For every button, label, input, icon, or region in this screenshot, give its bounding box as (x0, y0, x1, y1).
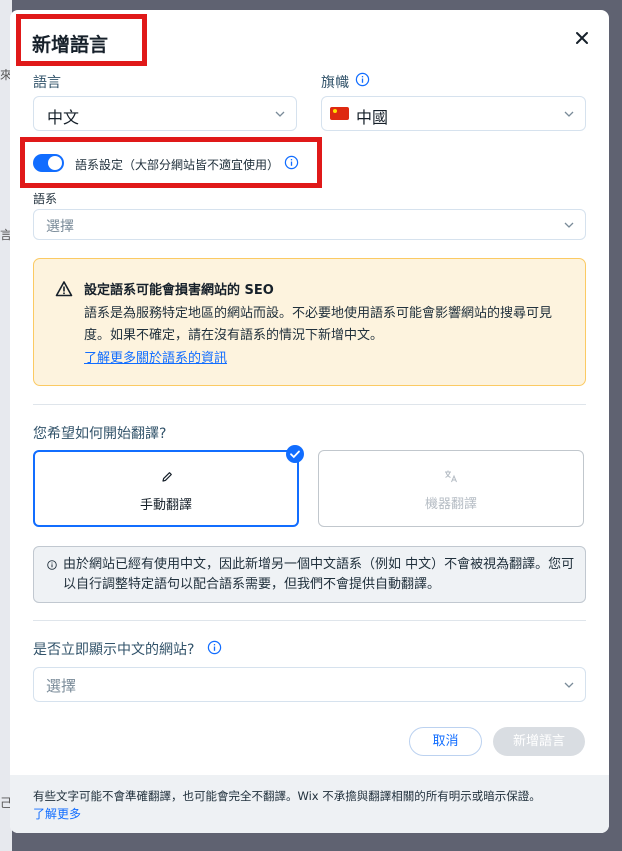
flag-label: 旗幟 (321, 75, 349, 91)
dialect-label: 語系 (33, 192, 58, 206)
dialect-select[interactable]: 選擇 (33, 209, 586, 240)
china-flag-icon (330, 107, 349, 120)
dialect-placeholder: 選擇 (46, 219, 74, 235)
translate-icon (445, 470, 457, 483)
manual-translation-label: 手動翻譯 (139, 498, 192, 513)
add-language-button[interactable]: 新增語言 (493, 727, 585, 756)
info-icon[interactable] (207, 640, 222, 655)
machine-translation-card[interactable]: 機器翻譯 (318, 450, 584, 527)
learn-more-dialect-link[interactable]: 了解更多關於語系的資訊 (84, 347, 227, 366)
dialect-info-note: 由於網站已經有使用中文，因此新增另一個中文語系（例如 中文）不會被視為翻譯。您可… (33, 546, 586, 603)
info-icon[interactable] (355, 72, 370, 87)
chevron-down-icon (564, 111, 574, 117)
chevron-down-icon (564, 222, 574, 228)
toggle-knob (48, 156, 62, 170)
cancel-button[interactable]: 取消 (409, 727, 482, 756)
chevron-down-icon (275, 111, 285, 117)
dialect-toggle-label: 語系設定（大部分網站皆不適宜使用） (75, 158, 280, 172)
learn-more-link[interactable]: 了解更多 (33, 805, 81, 822)
warning-title: 設定語系可能會損害網站的 SEO (84, 283, 274, 298)
info-icon (47, 560, 57, 570)
translation-question: 您希望如何開始翻譯? (33, 426, 167, 442)
warning-icon (55, 281, 73, 297)
flag-value: 中國 (356, 108, 389, 127)
divider (33, 620, 586, 621)
note-text: 由於網站已經有使用中文，因此新增另一個中文語系（例如 中文）不會被視為翻譯。您可… (63, 557, 575, 592)
language-select[interactable]: 中文 (33, 96, 297, 131)
manual-translation-card[interactable]: 手動翻譯 (33, 450, 299, 527)
add-language-dialog: 新增語言 語言 中文 旗幟 中國 語系設定（大部分網站皆不適宜使用） 語系 選擇… (10, 10, 609, 833)
flag-select[interactable]: 中國 (321, 96, 586, 131)
dialect-toggle[interactable] (33, 154, 64, 172)
display-question: 是否立即顯示中文的網站? (33, 642, 195, 658)
divider (33, 404, 586, 405)
warning-body: 語系是為服務特定地區的網站而設。不必要地使用語系可能會影響網站的搜尋可見度。如果… (84, 306, 553, 343)
close-icon[interactable] (570, 26, 594, 50)
language-label: 語言 (33, 75, 61, 91)
display-select[interactable]: 選擇 (33, 667, 586, 702)
pencil-icon (162, 472, 172, 482)
disclaimer-footer: 有些文字可能不會準確翻譯，也可能會完全不翻譯。Wix 不承擔與翻譯相關的所有明示… (10, 775, 609, 833)
info-icon[interactable] (284, 155, 299, 170)
language-value: 中文 (47, 108, 80, 127)
chevron-down-icon (564, 682, 574, 688)
display-placeholder: 選擇 (46, 677, 77, 695)
check-icon (286, 445, 304, 463)
seo-warning-box: 設定語系可能會損害網站的 SEO 語系是為服務特定地區的網站而設。不必要地使用語… (33, 258, 586, 386)
machine-translation-label: 機器翻譯 (424, 497, 477, 512)
dialog-title: 新增語言 (32, 34, 109, 56)
disclaimer-text: 有些文字可能不會準確翻譯，也可能會完全不翻譯。Wix 不承擔與翻譯相關的所有明示… (33, 789, 541, 803)
